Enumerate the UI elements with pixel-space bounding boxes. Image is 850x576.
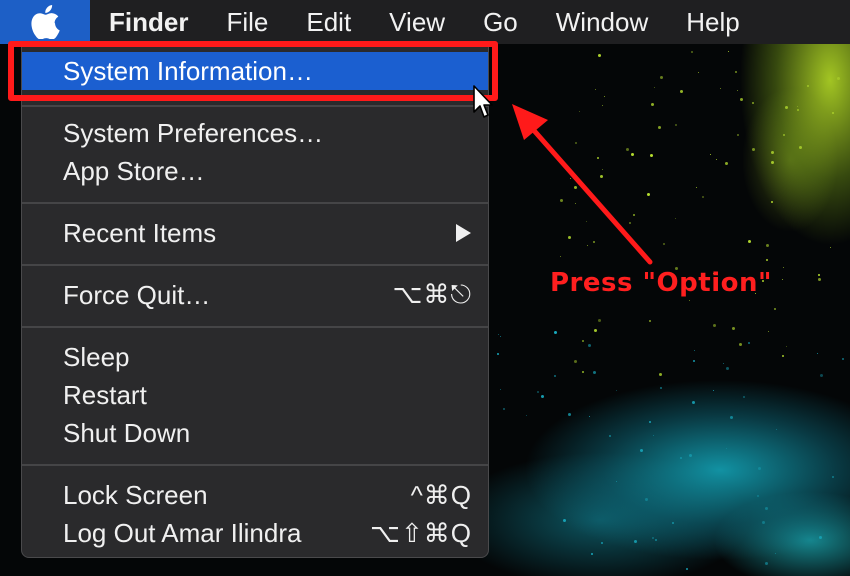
annotation-label: Press "Option" (550, 268, 773, 298)
